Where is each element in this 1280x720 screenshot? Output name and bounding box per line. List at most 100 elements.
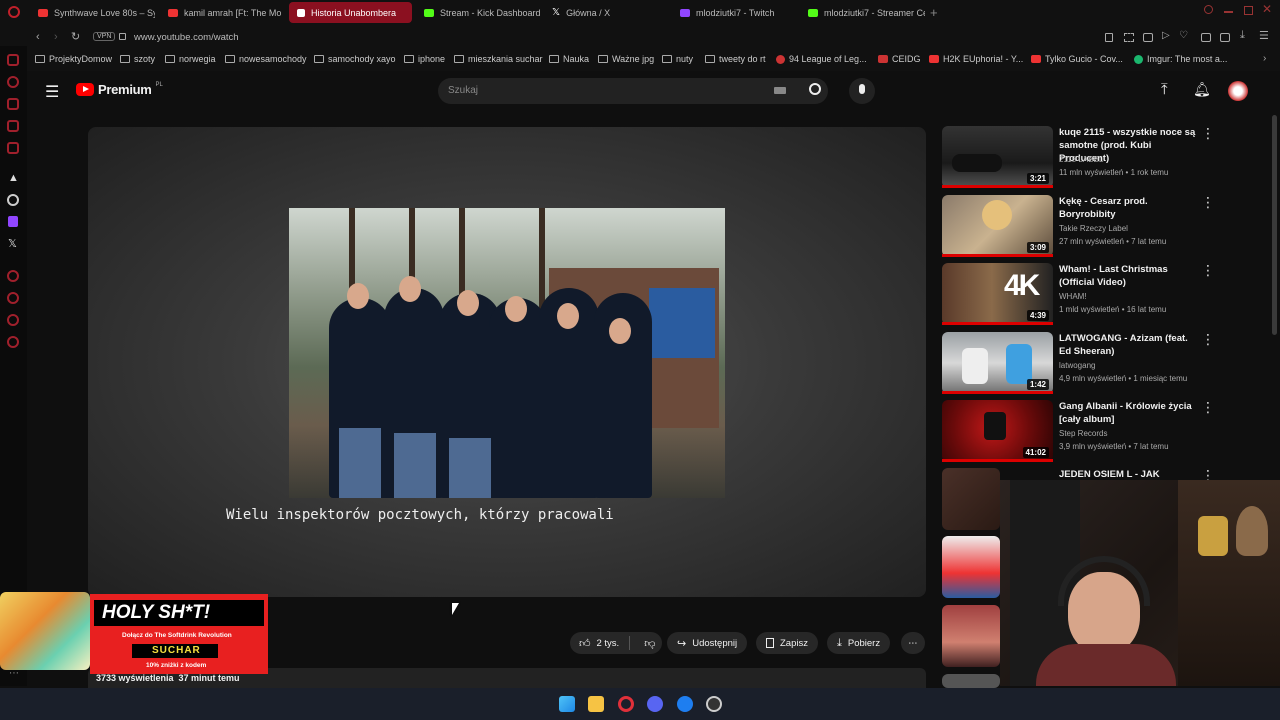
more-vertical-icon[interactable]: ⋮	[1201, 399, 1215, 416]
sidebar-icon[interactable]	[7, 292, 19, 304]
recommended-thumbnail[interactable]	[942, 674, 1000, 688]
sidebar-icon[interactable]	[7, 270, 19, 282]
like-button[interactable]: 👍︎ 2 tys.	[570, 637, 619, 650]
recommended-channel[interactable]: Takie Rzeczy Label	[1059, 224, 1128, 233]
back-icon[interactable]: ‹	[36, 31, 40, 43]
sidebar-icon[interactable]	[7, 98, 19, 110]
more-actions-button[interactable]: ⋯	[901, 632, 925, 654]
scrollbar[interactable]	[1272, 115, 1277, 335]
recommended-thumbnail[interactable]	[942, 536, 1000, 598]
recommended-thumbnail[interactable]: 41:02	[942, 400, 1053, 462]
bookmark-item[interactable]: nowesamochody	[225, 54, 307, 64]
new-tab-icon[interactable]: +	[930, 5, 938, 20]
x-icon[interactable]: 𝕏	[8, 237, 17, 250]
bookmark-item[interactable]: tweety do rt	[705, 54, 766, 64]
opera-gx-icon[interactable]	[618, 696, 634, 712]
more-vertical-icon[interactable]: ⋮	[1201, 194, 1215, 211]
recommended-thumbnail[interactable]	[942, 605, 1000, 667]
download-button[interactable]: ⤓ Pobierz	[827, 632, 891, 654]
file-explorer-icon[interactable]	[588, 696, 604, 712]
hamburger-menu-icon[interactable]: ☰	[45, 82, 59, 102]
sidebar-icon[interactable]	[7, 120, 19, 132]
pin-icon[interactable]	[1105, 33, 1113, 42]
download-icon[interactable]: ⤓	[1240, 29, 1245, 42]
youtube-logo[interactable]: Premium PL	[76, 82, 163, 97]
bookmark-item[interactable]: szoty	[120, 54, 155, 64]
bookmark-item[interactable]: samochody xayo	[314, 54, 396, 64]
cast-icon[interactable]	[1143, 33, 1153, 42]
bookmark-item[interactable]: Nauka	[549, 54, 589, 64]
sidebar-icon[interactable]	[7, 142, 19, 154]
sidebar-icon[interactable]	[7, 54, 19, 66]
search-tabs-icon[interactable]	[1204, 5, 1213, 14]
tab-5[interactable]: mlodziutki7 - Twitch	[672, 2, 797, 23]
more-vertical-icon[interactable]: ⋮	[1201, 125, 1215, 142]
recommended-title[interactable]: Kękę - Cesarz prod. Boryrobibity	[1059, 195, 1199, 221]
bookmark-item[interactable]: CEIDG	[878, 54, 921, 64]
recommended-thumbnail[interactable]: 3:09	[942, 195, 1053, 257]
recommended-title[interactable]: Wham! - Last Christmas (Official Video)	[1059, 263, 1199, 289]
recommended-channel[interactable]: latwogang	[1059, 361, 1095, 370]
tab-4[interactable]: 𝕏 Główna / X	[544, 2, 669, 23]
opera-logo-icon[interactable]	[8, 6, 20, 18]
recommended-thumbnail[interactable]: 1:42	[942, 332, 1053, 394]
bookmark-item[interactable]: iphone	[404, 54, 445, 64]
search-box[interactable]: Szukaj	[438, 78, 828, 104]
discord-icon[interactable]	[647, 696, 663, 712]
windows-start-icon[interactable]	[559, 696, 575, 712]
bookmark-item[interactable]: nuty	[662, 54, 693, 64]
notifications-bell-icon[interactable]: 🔔︎	[1193, 81, 1211, 98]
tab-0[interactable]: Synthwave Love 80s – Sy	[30, 2, 155, 23]
close-window-icon[interactable]: ✕	[1262, 2, 1272, 16]
more-vertical-icon[interactable]: ⋮	[1201, 331, 1215, 348]
twitch-icon[interactable]	[8, 216, 18, 227]
play-icon[interactable]: ▷	[1162, 30, 1170, 41]
search-icon[interactable]	[809, 83, 821, 95]
bookmarks-overflow-icon[interactable]: ›	[1263, 53, 1266, 64]
bookmark-item[interactable]: Tylko Gucio - Cov...	[1031, 54, 1123, 64]
aria-icon[interactable]: ▲	[8, 172, 19, 184]
sidebar-icon[interactable]	[7, 76, 19, 88]
sidebar-icon[interactable]	[7, 314, 19, 326]
recommended-channel[interactable]: WHAM!	[1059, 292, 1087, 301]
settings-icon[interactable]	[7, 336, 19, 348]
forward-icon[interactable]: ›	[54, 31, 58, 43]
tab-6[interactable]: mlodziutki7 - Streamer Ce	[800, 2, 925, 23]
search-input[interactable]: Szukaj	[448, 85, 478, 96]
chatgpt-icon[interactable]	[7, 194, 19, 206]
recommended-title[interactable]: Gang Albanii - Królowie życia [cały albu…	[1059, 400, 1199, 426]
tab-2-active[interactable]: Historia Unabombera	[289, 2, 412, 23]
bookmark-item[interactable]: H2K EUphoria! - Y...	[929, 54, 1023, 64]
recommended-channel[interactable]: 2115 LABEL	[1059, 155, 1103, 164]
messenger-icon[interactable]	[677, 696, 693, 712]
microphone-icon[interactable]	[849, 78, 875, 104]
bookmark-item[interactable]: 94 League of Leg...	[776, 54, 867, 64]
bookmark-item[interactable]: norwegia	[165, 54, 216, 64]
menu-icon[interactable]: ☰	[1259, 29, 1269, 42]
bookmark-item[interactable]: mieszkania suchar	[454, 54, 543, 64]
share-button[interactable]: ↪ Udostępnij	[667, 632, 748, 654]
keyboard-icon[interactable]	[774, 87, 786, 94]
heart-icon[interactable]: ♡	[1179, 30, 1188, 41]
recommended-thumbnail[interactable]	[942, 468, 1000, 530]
extensions-icon[interactable]	[1201, 33, 1211, 42]
upload-icon[interactable]: ⤒	[1161, 81, 1168, 98]
url-field[interactable]: www.youtube.com/watch	[134, 32, 239, 43]
save-button[interactable]: Zapisz	[756, 632, 818, 654]
more-vertical-icon[interactable]: ⋮	[1201, 262, 1215, 279]
maximize-icon[interactable]	[1244, 6, 1253, 15]
bookmark-item[interactable]: Ważne jpg	[598, 54, 654, 64]
obs-icon[interactable]	[706, 696, 722, 712]
tab-3[interactable]: Stream - Kick Dashboard	[416, 2, 541, 23]
bookmark-item[interactable]: Imgur: The most a...	[1134, 54, 1227, 64]
screenshot-icon[interactable]	[1124, 33, 1134, 42]
recommended-title[interactable]: LATWOGANG - Azizam (feat. Ed Sheeran)	[1059, 332, 1199, 358]
recommended-thumbnail[interactable]: 4K 4:39	[942, 263, 1053, 325]
tab-1[interactable]: kamil amrah [Ft: The Mo	[160, 2, 285, 23]
recommended-channel[interactable]: Step Records	[1059, 429, 1107, 438]
bookmark-item[interactable]: ProjektyDomow	[35, 54, 112, 64]
recommended-thumbnail[interactable]: 3:21	[942, 126, 1053, 188]
avatar[interactable]	[1228, 81, 1248, 101]
reload-icon[interactable]: ↻	[71, 30, 80, 43]
dislike-button[interactable]: 👎︎	[636, 637, 655, 650]
